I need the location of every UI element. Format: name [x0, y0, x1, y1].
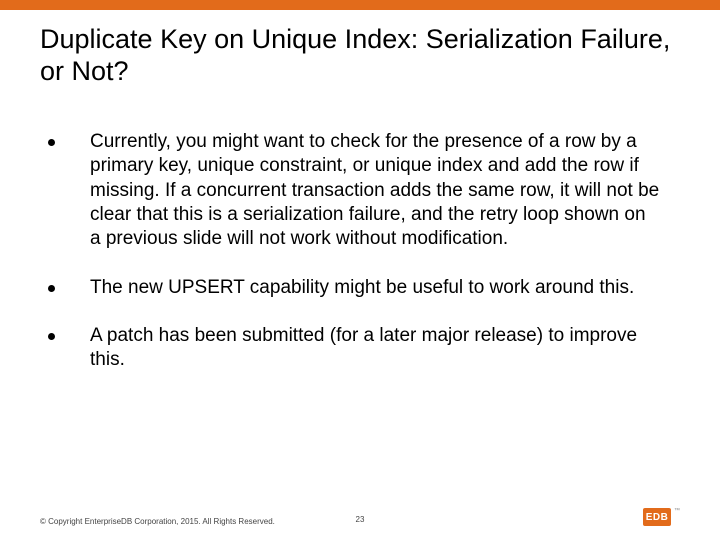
bullet-list: Currently, you might want to check for t…	[40, 130, 660, 373]
copyright-text: © Copyright EnterpriseDB Corporation, 20…	[40, 517, 275, 526]
bullet-item: A patch has been submitted (for a later …	[40, 324, 660, 373]
edb-logo-mark-text: EDB	[646, 512, 669, 523]
slide-body: Currently, you might want to check for t…	[40, 130, 660, 397]
trademark-symbol: ™	[674, 508, 680, 514]
edb-logo-mark-icon: EDB	[643, 508, 671, 526]
bullet-item: Currently, you might want to check for t…	[40, 130, 660, 252]
edb-logo: EDB ™	[643, 508, 680, 526]
bullet-item: The new UPSERT capability might be usefu…	[40, 276, 660, 300]
slide-title: Duplicate Key on Unique Index: Serializa…	[40, 24, 680, 88]
top-accent-bar	[0, 0, 720, 10]
slide: Duplicate Key on Unique Index: Serializa…	[0, 0, 720, 540]
footer: © Copyright EnterpriseDB Corporation, 20…	[40, 508, 680, 526]
